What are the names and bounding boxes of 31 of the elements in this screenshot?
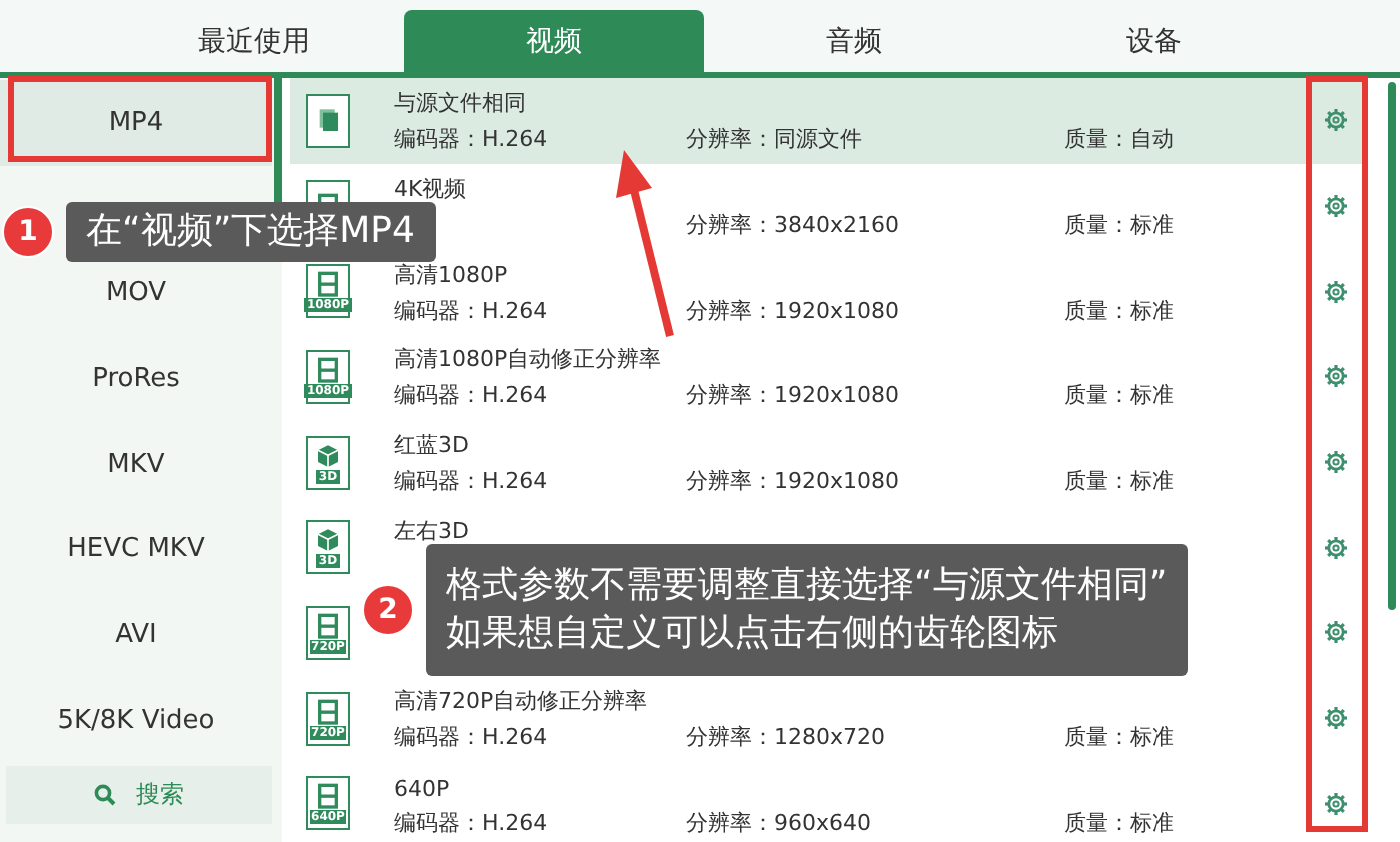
step-badge: 2 [362, 584, 414, 636]
preset-title: 4K视频 [394, 174, 469, 205]
resolution-text: 分辨率：1920x1080 [686, 295, 901, 326]
codec-text: 编码器：H.264 [394, 295, 550, 326]
codec-text: 编码器：H.264 [394, 466, 550, 497]
quality-text: 质量：标准 [1064, 295, 1176, 326]
resolution-text: 分辨率：1920x1080 [686, 380, 901, 411]
callout-tooltip: 格式参数不需要调整直接选择“与源文件相同” 如果想自定义可以点击右侧的齿轮图标 [426, 544, 1188, 676]
codec-text: 编码器：H.264 [394, 380, 550, 411]
quality-text: 质量：标准 [1064, 210, 1176, 241]
quality-text: 质量：标准 [1064, 807, 1176, 838]
quality-text: 质量：自动 [1064, 124, 1176, 155]
quality-text: 质量：标准 [1064, 380, 1176, 411]
codec-text: 编码器：H.264 [394, 124, 550, 155]
resolution-text: 分辨率：960x640 [686, 807, 874, 838]
codec-text: 编码器：H.264 [394, 722, 550, 753]
quality-text: 质量：标准 [1064, 466, 1176, 497]
preset-title: 高清720P自动修正分辨率 [394, 686, 650, 717]
quality-text: 质量：标准 [1064, 722, 1176, 753]
codec-text: 编码器：H.264 [394, 807, 550, 838]
callout-tooltip: 在“视频”下选择MP4 [66, 202, 435, 262]
resolution-text: 分辨率：3840x2160 [686, 210, 901, 241]
preset-title: 与源文件相同 [394, 88, 528, 119]
resolution-text: 分辨率：1920x1080 [686, 466, 901, 497]
preset-title: 高清1080P自动修正分辨率 [394, 344, 664, 375]
resolution-text: 分辨率：1280x720 [686, 722, 887, 753]
preset-title: 高清1080P [394, 259, 510, 290]
resolution-text: 分辨率：同源文件 [686, 124, 864, 155]
preset-title: 红蓝3D [394, 430, 471, 461]
preset-title: 640P [394, 775, 452, 802]
preset-title: 左右3D [394, 515, 471, 546]
